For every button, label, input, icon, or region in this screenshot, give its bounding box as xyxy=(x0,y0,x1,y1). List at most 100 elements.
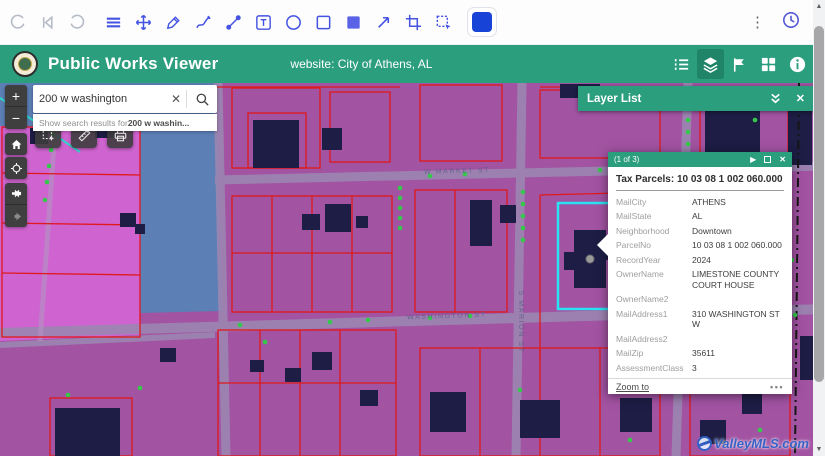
home-icon xyxy=(10,138,23,151)
redo-icon xyxy=(68,13,87,32)
maximize-popup-icon[interactable] xyxy=(764,156,771,163)
freehand-draw-button[interactable] xyxy=(191,10,216,35)
search-suggestion[interactable]: Show search results for 200 w washin... xyxy=(33,114,217,131)
public-works-viewer-app: ⋮ Public Works Viewer website: City of A… xyxy=(0,0,825,456)
attribute-row: MailState AL xyxy=(616,211,784,222)
locate-control xyxy=(5,157,27,179)
next-feature-icon[interactable]: ▶ xyxy=(750,156,756,164)
close-panel-icon[interactable]: ✕ xyxy=(796,92,805,105)
attribute-row: MailCity ATHENS xyxy=(616,197,784,208)
attribute-value: 3 xyxy=(692,363,784,374)
selection-button[interactable] xyxy=(431,10,456,35)
scroll-down-arrow[interactable]: ▼ xyxy=(813,443,825,456)
scroll-up-arrow[interactable]: ▲ xyxy=(813,0,825,13)
kebab-menu-icon[interactable]: ⋮ xyxy=(750,15,765,30)
undo-button[interactable] xyxy=(5,10,30,35)
pan-button[interactable] xyxy=(131,10,156,35)
layer-list-button[interactable] xyxy=(697,49,724,79)
rectangle-filled-icon xyxy=(344,13,363,32)
attribute-value: 310 WASHINGTON ST W xyxy=(692,309,784,330)
rectangle-filled-button[interactable] xyxy=(341,10,366,35)
attribute-label: MailAddress2 xyxy=(616,334,692,345)
clear-search-icon[interactable]: ✕ xyxy=(166,92,186,106)
draw-button[interactable] xyxy=(726,49,753,79)
attribute-row: MailZip 35611 xyxy=(616,348,784,359)
zoom-out-button[interactable]: − xyxy=(5,107,27,129)
app-title: Public Works Viewer xyxy=(48,54,218,74)
previous-extent-button[interactable] xyxy=(5,183,27,205)
forward-arrow-icon xyxy=(10,210,23,223)
popup-menu-icon[interactable]: ••• xyxy=(770,382,784,392)
attribute-row: RecordYear 2024 xyxy=(616,255,784,266)
page-scrollbar[interactable]: ▲ ▼ xyxy=(813,0,825,456)
search-input[interactable] xyxy=(33,93,166,105)
polyline-button[interactable] xyxy=(221,10,246,35)
city-seal-logo xyxy=(12,51,38,77)
arrow-icon xyxy=(374,13,393,32)
double-chevron-down-icon xyxy=(769,92,782,105)
search-icon xyxy=(195,92,210,107)
watermark: ValleyMLS.com xyxy=(697,436,809,451)
search-widget: ✕ xyxy=(33,85,217,113)
collapse-panel-button[interactable] xyxy=(769,92,782,105)
annotation-toolbar: ⋮ xyxy=(0,0,813,45)
history-button[interactable] xyxy=(781,10,801,35)
home-button[interactable] xyxy=(5,133,27,155)
search-button[interactable] xyxy=(187,85,217,113)
selection-icon xyxy=(434,13,453,32)
extent-nav-controls xyxy=(5,183,27,227)
skip-back-button[interactable] xyxy=(35,10,60,35)
attribute-value: LIMESTONE COUNTY COURT HOUSE xyxy=(692,269,784,290)
attribute-row: MailAddress2 xyxy=(616,334,784,345)
zoom-to-link[interactable]: Zoom to xyxy=(616,382,649,392)
legend-button[interactable] xyxy=(668,49,695,79)
attribute-row: MailAddress1 310 WASHINGTON ST W xyxy=(616,309,784,330)
color-swatch xyxy=(472,12,492,32)
attribute-label: RecordYear xyxy=(616,255,692,266)
info-icon xyxy=(788,55,807,74)
attribute-value xyxy=(692,294,784,305)
popup-divider xyxy=(616,190,784,191)
scrollbar-thumb[interactable] xyxy=(814,26,824,382)
redo-button[interactable] xyxy=(65,10,90,35)
attribute-value: Downtown xyxy=(692,226,784,237)
ellipse-button[interactable] xyxy=(281,10,306,35)
info-button[interactable] xyxy=(784,49,811,79)
text-box-button[interactable] xyxy=(251,10,276,35)
layer-list-panel: Layer List ✕ xyxy=(578,86,814,111)
next-extent-button[interactable] xyxy=(5,205,27,227)
attribute-value: 2024 xyxy=(692,255,784,266)
suggestion-prefix: Show search results for xyxy=(39,118,128,128)
close-popup-icon[interactable]: ✕ xyxy=(779,156,786,164)
rectangle-outline-button[interactable] xyxy=(311,10,336,35)
move-icon xyxy=(134,13,153,32)
popup-pager: (1 of 3) xyxy=(614,155,742,164)
attribute-label: MailCity xyxy=(616,197,692,208)
color-picker-button[interactable] xyxy=(467,7,497,37)
text-box-icon xyxy=(254,13,273,32)
attribute-value xyxy=(692,334,784,345)
popup-pointer xyxy=(597,234,608,256)
attribute-label: ParcelNo xyxy=(616,240,692,251)
zoom-controls: + − xyxy=(5,85,27,129)
rectangle-outline-icon xyxy=(314,13,333,32)
attribute-row: OwnerName LIMESTONE COUNTY COURT HOUSE xyxy=(616,269,784,290)
attribute-label: OwnerName xyxy=(616,269,692,290)
skip-back-icon xyxy=(38,13,57,32)
highlighter-icon xyxy=(164,13,183,32)
crop-button[interactable] xyxy=(401,10,426,35)
freehand-draw-icon xyxy=(194,13,213,32)
courthouse-point xyxy=(586,255,594,263)
popup-body: Tax Parcels: 10 03 08 1 002 060.000 Mail… xyxy=(608,167,792,394)
arrow-button[interactable] xyxy=(371,10,396,35)
attribute-row: AssessmentClass 3 xyxy=(616,363,784,374)
highlighter-button[interactable] xyxy=(161,10,186,35)
undo-icon xyxy=(8,13,27,32)
watermark-text: ValleyMLS.com xyxy=(714,436,809,451)
zoom-in-button[interactable]: + xyxy=(5,85,27,107)
attribute-row: OwnerName2 xyxy=(616,294,784,305)
popup-title: Tax Parcels: 10 03 08 1 002 060.000 xyxy=(608,167,792,190)
locate-button[interactable] xyxy=(5,157,27,179)
menu-button[interactable] xyxy=(101,10,126,35)
basemap-gallery-button[interactable] xyxy=(755,49,782,79)
